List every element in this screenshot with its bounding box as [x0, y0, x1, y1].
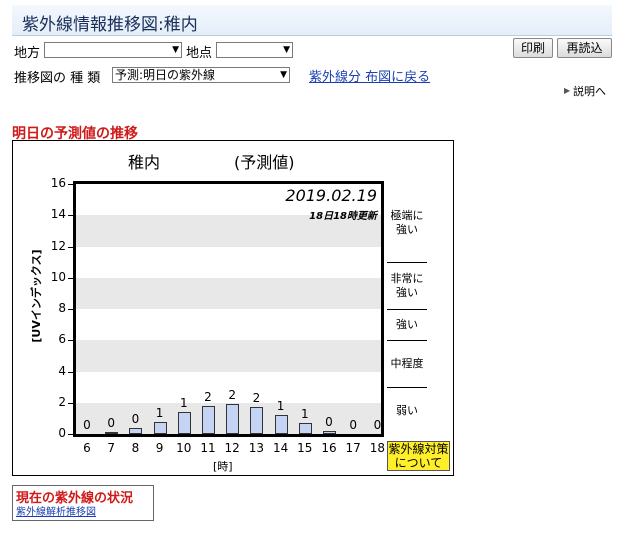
x-tick-label: 12 [224, 441, 240, 455]
y-tick-label: 10 [50, 269, 66, 284]
y-axis-label: [UVインデックス] [30, 249, 43, 343]
bar [153, 421, 167, 434]
uv-level-label: 中程度 [390, 356, 424, 370]
bar-value-label: 1 [300, 407, 309, 422]
y-tick-label: 2 [58, 394, 66, 409]
uv-level-label: 極端に強い [390, 209, 424, 237]
bar [323, 430, 336, 434]
status-box: 現在の紫外線の状況 紫外線解析推移図 [12, 485, 154, 521]
bar-value-label: 0 [107, 416, 115, 431]
x-tick-label: 7 [107, 441, 115, 455]
bar-value-label: 1 [276, 399, 285, 414]
x-tick-label: 10 [176, 441, 192, 455]
chart-updated: 18日18時更新 [309, 211, 377, 222]
bar-value-label: 1 [179, 396, 188, 411]
chart-date: 2019.02.19 [285, 186, 377, 205]
plot-area: 2019.02.19 18日18時更新 0001122211000 [73, 181, 384, 437]
uv-level-divider [387, 340, 427, 342]
bar [226, 404, 240, 434]
page-title: 紫外線情報推移図:稚内 [22, 15, 198, 35]
chevron-down-icon: ▼ [280, 70, 287, 80]
bar [202, 405, 215, 434]
uv-level-label: 非常に強い [390, 271, 424, 299]
uv-level-divider [387, 387, 427, 389]
x-tick-label: 18 [369, 441, 386, 455]
x-tick-label: 16 [321, 441, 337, 455]
x-tick-label: 15 [297, 441, 313, 455]
uv-level-label: 弱い [396, 403, 418, 417]
uv-level-label: 強い [396, 317, 418, 331]
bar [274, 415, 288, 434]
type-label: 推移図の 種 類 [14, 71, 101, 86]
y-tick-label: 14 [50, 207, 66, 222]
bar-value-label: 0 [373, 418, 382, 432]
point-select[interactable]: ▼ [216, 42, 293, 58]
point-label: 地点 [186, 46, 213, 61]
y-tick-label: 4 [58, 363, 66, 378]
uv-measures-button[interactable]: 紫外線対策について [387, 441, 450, 471]
y-tick-label: 16 [50, 176, 66, 190]
arrow-right-icon: ▶ [564, 86, 571, 95]
bar-value-label: 0 [325, 414, 333, 429]
region-label: 地方 [14, 46, 41, 61]
reload-button[interactable]: 再読込 [557, 38, 612, 58]
bar-value-label: 0 [83, 418, 91, 432]
grid-stripe [76, 340, 381, 372]
x-axis-label: [時] [213, 460, 233, 473]
explanation-link[interactable]: 説明へ [573, 83, 606, 99]
print-button[interactable]: 印刷 [513, 38, 553, 58]
x-tick-label: 11 [200, 441, 216, 455]
back-to-map-link[interactable]: 紫外線分 布図に戻る [309, 66, 430, 85]
y-tick-label: 6 [58, 332, 66, 347]
x-tick-label: 14 [272, 441, 289, 455]
analysis-chart-link[interactable]: 紫外線解析推移図 [16, 503, 96, 518]
bar-value-label: 2 [228, 388, 236, 403]
x-tick-label: 17 [345, 441, 361, 455]
bar-value-label: 1 [155, 405, 164, 420]
bar [129, 427, 143, 434]
bar [298, 423, 312, 434]
x-tick-label: 13 [248, 441, 265, 455]
uv-level-divider [387, 262, 427, 264]
x-tick-label: 9 [155, 441, 164, 455]
grid-stripe [76, 277, 381, 309]
x-tick-label: 8 [131, 441, 140, 455]
chart-title: 稚内 [128, 153, 161, 172]
bar [250, 407, 264, 434]
x-tick-label: 6 [83, 441, 91, 455]
bar [105, 432, 119, 435]
bar-value-label: 2 [204, 389, 212, 404]
chart-subtitle: (予測値) [234, 153, 295, 172]
y-tick-label: 8 [58, 301, 66, 315]
title-bar: 紫外線情報推移図:稚内 [12, 5, 612, 36]
y-tick-label: 0 [58, 426, 66, 440]
uv-level-divider [387, 309, 427, 310]
region-select[interactable]: ▼ [44, 42, 182, 58]
bar [177, 412, 191, 434]
chevron-down-icon: ▼ [172, 45, 179, 55]
type-select[interactable]: 予測:明日の紫外線 ▼ [112, 67, 290, 83]
bar-value-label: 2 [252, 391, 261, 406]
y-tick-label: 12 [50, 238, 66, 253]
bar-value-label: 0 [349, 418, 357, 432]
chevron-down-icon: ▼ [283, 45, 290, 55]
bar-value-label: 0 [131, 411, 140, 426]
